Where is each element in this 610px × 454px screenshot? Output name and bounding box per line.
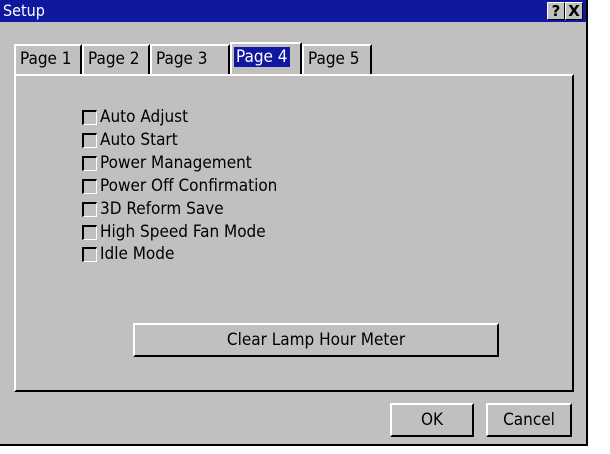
tab-label: Page 3	[156, 49, 208, 69]
checkbox[interactable]	[82, 156, 97, 171]
clear-lamp-hour-meter-button[interactable]: Clear Lamp Hour Meter	[133, 323, 499, 357]
close-icon: X	[568, 2, 580, 20]
checkbox[interactable]	[82, 202, 97, 217]
tab-page-1[interactable]: Page 1	[14, 44, 82, 74]
option-label: Idle Mode	[100, 244, 175, 264]
help-button[interactable]: ?	[547, 2, 565, 20]
ok-button[interactable]: OK	[390, 403, 474, 437]
option-label: Auto Adjust	[100, 107, 189, 127]
option-label: Power Management	[100, 153, 252, 173]
checkbox[interactable]	[82, 179, 97, 194]
option-label: Power Off Confirmation	[100, 176, 278, 196]
tab-label: Page 5	[308, 49, 360, 69]
close-button[interactable]: X	[565, 2, 583, 20]
tab-label: Page 4	[234, 47, 290, 67]
tab-page-3[interactable]: Page 3	[150, 44, 230, 74]
tab-page-4[interactable]: Page 4	[230, 42, 302, 76]
checkbox[interactable]	[82, 225, 97, 240]
window-title: Setup	[3, 1, 45, 20]
setup-dialog: Setup ? X Page 1 Page 2 Page 3 Page 4 Pa…	[0, 0, 588, 446]
option-label: High Speed Fan Mode	[100, 222, 266, 242]
tab-label: Page 1	[20, 49, 72, 69]
tab-page-2[interactable]: Page 2	[82, 44, 150, 74]
checkbox[interactable]	[82, 110, 97, 125]
title-bar[interactable]: Setup ? X	[0, 0, 586, 22]
option-label: 3D Reform Save	[100, 199, 224, 219]
checkbox[interactable]	[82, 133, 97, 148]
checkbox[interactable]	[82, 247, 97, 262]
option-label: Auto Start	[100, 130, 178, 150]
tab-label: Page 2	[88, 49, 140, 69]
help-icon: ?	[551, 2, 561, 20]
cancel-button[interactable]: Cancel	[486, 403, 572, 437]
tab-page-5[interactable]: Page 5	[302, 44, 372, 74]
